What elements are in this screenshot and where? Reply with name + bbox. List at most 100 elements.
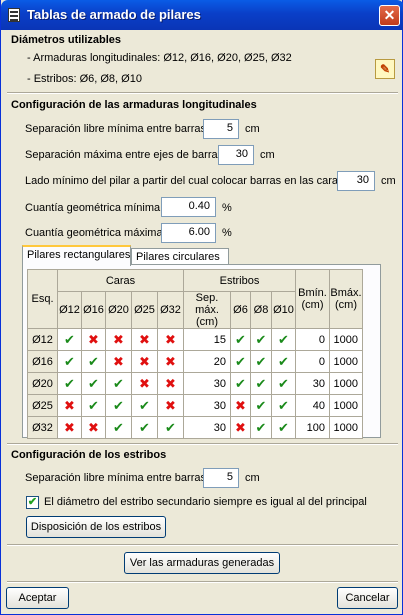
denied-mark[interactable]: ✖ — [157, 394, 184, 417]
bmax-cell[interactable]: 1000 — [329, 350, 363, 373]
bmax-cell[interactable]: 1000 — [329, 416, 363, 439]
allowed-mark[interactable]: ✔ — [271, 328, 296, 351]
allowed-mark[interactable]: ✔ — [81, 350, 106, 373]
header-caras-col: Ø32 — [157, 291, 184, 329]
cuantia-max-input[interactable]: 6.00 — [161, 223, 216, 243]
denied-mark[interactable]: ✖ — [230, 394, 251, 417]
allowed-mark[interactable]: ✔ — [230, 372, 251, 395]
denied-mark[interactable]: ✖ — [81, 416, 106, 439]
denied-mark[interactable]: ✖ — [131, 328, 158, 351]
allowed-mark[interactable]: ✔ — [250, 416, 272, 439]
denied-mark[interactable]: ✖ — [131, 372, 158, 395]
bmax-cell[interactable]: 1000 — [329, 328, 363, 351]
allowed-mark[interactable]: ✔ — [131, 394, 158, 417]
cuantia-min-input[interactable]: 0.40 — [161, 197, 216, 217]
sep-max-cell[interactable]: 15 — [183, 328, 231, 351]
header-esq: Esq. — [27, 269, 58, 329]
sep-min-input[interactable]: 5 — [203, 119, 239, 139]
table-row[interactable]: Ø32 ✖ ✖ ✔ ✔ ✔ 30 ✖ ✔ ✔ 100 1000 — [27, 416, 363, 439]
bmin-cell[interactable]: 0 — [295, 350, 330, 373]
header-caras-col: Ø25 — [131, 291, 158, 329]
denied-mark[interactable]: ✖ — [230, 416, 251, 439]
allowed-mark[interactable]: ✔ — [230, 328, 251, 351]
table-row[interactable]: Ø16 ✔ ✔ ✖ ✖ ✖ 20 ✔ ✔ ✔ 0 1000 — [27, 350, 363, 373]
header-bmax: Bmáx. (cm) — [329, 269, 363, 329]
edit-icon[interactable]: ✎ — [375, 59, 395, 79]
armado-table: Esq. Caras Estribos Bmín. (cm) Bmáx. (cm… — [27, 269, 363, 439]
allowed-mark[interactable]: ✔ — [230, 350, 251, 373]
allowed-mark[interactable]: ✔ — [271, 372, 296, 395]
table-icon — [8, 8, 20, 22]
allowed-mark[interactable]: ✔ — [131, 416, 158, 439]
table-row[interactable]: Ø20 ✔ ✔ ✔ ✖ ✖ 30 ✔ ✔ ✔ 30 1000 — [27, 372, 363, 395]
row-esq: Ø25 — [27, 394, 58, 417]
row-esq: Ø12 — [27, 328, 58, 351]
denied-mark[interactable]: ✖ — [131, 350, 158, 373]
allowed-mark[interactable]: ✔ — [250, 328, 272, 351]
sep-max-input[interactable]: 30 — [218, 145, 254, 165]
estribos-sep-min-input[interactable]: 5 — [203, 468, 239, 488]
allowed-mark[interactable]: ✔ — [271, 416, 296, 439]
separator — [7, 92, 398, 94]
denied-mark[interactable]: ✖ — [57, 394, 82, 417]
allowed-mark[interactable]: ✔ — [157, 416, 184, 439]
allowed-mark[interactable]: ✔ — [57, 350, 82, 373]
header-estribos: Estribos — [183, 269, 296, 292]
sep-max-cell[interactable]: 30 — [183, 416, 231, 439]
allowed-mark[interactable]: ✔ — [105, 372, 132, 395]
denied-mark[interactable]: ✖ — [157, 372, 184, 395]
denied-mark[interactable]: ✖ — [105, 328, 132, 351]
allowed-mark[interactable]: ✔ — [57, 372, 82, 395]
allowed-mark[interactable]: ✔ — [81, 372, 106, 395]
lado-min-unit: cm — [381, 175, 396, 187]
cuantia-max-label: Cuantía geométrica máxima — [25, 227, 163, 239]
sep-max-cell[interactable]: 30 — [183, 372, 231, 395]
bmax-cell[interactable]: 1000 — [329, 394, 363, 417]
diametros-longitudinales: - Armaduras longitudinales: Ø12, Ø16, Ø2… — [27, 52, 292, 64]
denied-mark[interactable]: ✖ — [81, 328, 106, 351]
sep-max-cell[interactable]: 30 — [183, 394, 231, 417]
ver-armaduras-button[interactable]: Ver las armaduras generadas — [124, 552, 280, 574]
title-bar[interactable]: Tablas de armado de pilares ✕ — [1, 0, 403, 30]
lado-min-input[interactable]: 30 — [337, 171, 375, 191]
table-row[interactable]: Ø25 ✖ ✔ ✔ ✔ ✖ 30 ✖ ✔ ✔ 40 1000 — [27, 394, 363, 417]
close-button[interactable]: ✕ — [379, 5, 400, 26]
allowed-mark[interactable]: ✔ — [271, 394, 296, 417]
sep-max-unit: cm — [260, 149, 275, 161]
allowed-mark[interactable]: ✔ — [105, 394, 132, 417]
allowed-mark[interactable]: ✔ — [250, 394, 272, 417]
estribo-secundario-label: El diámetro del estribo secundario siemp… — [44, 496, 367, 508]
cancelar-button[interactable]: Cancelar — [337, 587, 398, 609]
cuantia-max-unit: % — [222, 227, 232, 239]
tab-pilares-rectangulares[interactable]: Pilares rectangulares — [22, 245, 131, 266]
header-estribo-col: Ø8 — [250, 291, 272, 329]
header-estribo-col: Ø10 — [271, 291, 296, 329]
denied-mark[interactable]: ✖ — [57, 416, 82, 439]
bmax-cell[interactable]: 1000 — [329, 372, 363, 395]
allowed-mark[interactable]: ✔ — [271, 350, 296, 373]
allowed-mark[interactable]: ✔ — [250, 372, 272, 395]
allowed-mark[interactable]: ✔ — [105, 416, 132, 439]
table-row[interactable]: Ø12 ✔ ✖ ✖ ✖ ✖ 15 ✔ ✔ ✔ 0 1000 — [27, 328, 363, 351]
estribo-secundario-checkbox[interactable]: ✔ — [26, 496, 39, 509]
bmin-cell[interactable]: 40 — [295, 394, 330, 417]
disposicion-estribos-button[interactable]: Disposición de los estribos — [26, 516, 166, 538]
allowed-mark[interactable]: ✔ — [250, 350, 272, 373]
sep-max-cell[interactable]: 20 — [183, 350, 231, 373]
window-title: Tablas de armado de pilares — [27, 7, 201, 22]
bmin-cell[interactable]: 0 — [295, 328, 330, 351]
bmin-cell[interactable]: 100 — [295, 416, 330, 439]
denied-mark[interactable]: ✖ — [157, 350, 184, 373]
sep-min-unit: cm — [245, 123, 260, 135]
denied-mark[interactable]: ✖ — [157, 328, 184, 351]
allowed-mark[interactable]: ✔ — [57, 328, 82, 351]
header-caras-col: Ø20 — [105, 291, 132, 329]
allowed-mark[interactable]: ✔ — [81, 394, 106, 417]
aceptar-button[interactable]: Aceptar — [6, 587, 69, 609]
diametros-estribos: - Estribos: Ø6, Ø8, Ø10 — [27, 73, 142, 85]
denied-mark[interactable]: ✖ — [105, 350, 132, 373]
header-estribo-col: Ø6 — [230, 291, 251, 329]
bmin-cell[interactable]: 30 — [295, 372, 330, 395]
sep-min-label: Separación libre mínima entre barras — [25, 123, 206, 135]
header-sep-max: Sep. máx. (cm) — [183, 291, 231, 329]
